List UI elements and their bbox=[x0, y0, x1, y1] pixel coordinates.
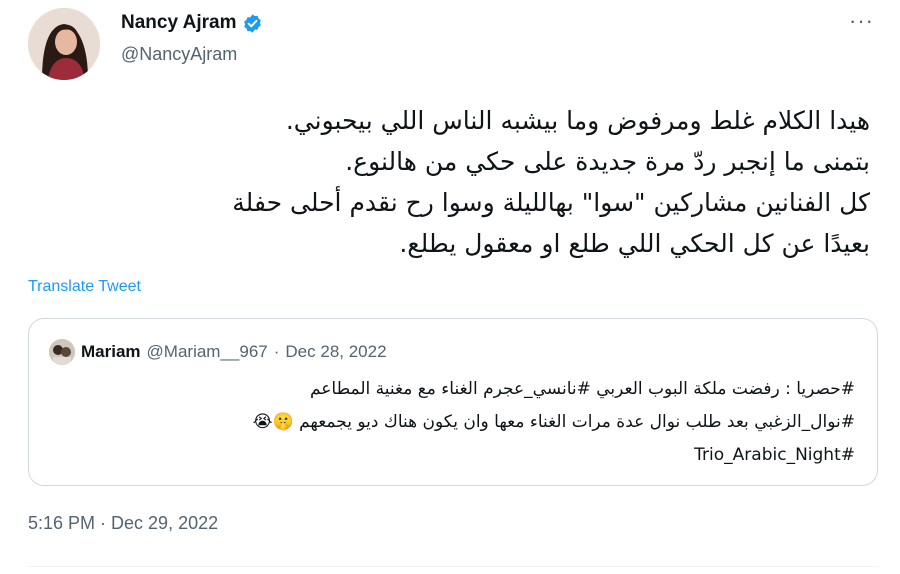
quoted-line[interactable]: #Trio_Arabic_Night bbox=[49, 439, 855, 472]
tweet-line: بتمنى ما إنجبر ردّ مرة جديدة على حكي من … bbox=[345, 147, 870, 176]
divider bbox=[28, 566, 878, 567]
quoted-line: #حصريا : رفضت ملكة البوب العربي #نانسي_ع… bbox=[309, 379, 855, 399]
quoted-tweet-text: #حصريا : رفضت ملكة البوب العربي #نانسي_ع… bbox=[49, 373, 855, 472]
quoted-tweet-header: Mariam @Mariam__967 · Dec 28, 2022 bbox=[49, 339, 387, 365]
quoted-author-handle[interactable]: @Mariam__967 bbox=[147, 342, 268, 362]
quoted-author-avatar[interactable] bbox=[49, 339, 75, 365]
author-avatar[interactable] bbox=[28, 8, 100, 80]
author-name[interactable]: Nancy Ajram bbox=[121, 12, 236, 34]
quoted-tweet[interactable]: Mariam @Mariam__967 · Dec 28, 2022 #حصري… bbox=[28, 318, 878, 486]
quoted-author-name[interactable]: Mariam bbox=[81, 342, 141, 362]
quoted-date[interactable]: Dec 28, 2022 bbox=[285, 342, 386, 362]
tweet-line: كل الفنانين مشاركين "سوا" بهالليلة وسوا … bbox=[232, 188, 870, 217]
tweet: Nancy Ajram @NancyAjram ··· هيدا الكلام … bbox=[0, 0, 900, 574]
verified-badge-icon bbox=[242, 13, 263, 34]
more-options-icon[interactable]: ··· bbox=[849, 8, 874, 34]
author-handle[interactable]: @NancyAjram bbox=[121, 44, 237, 65]
translate-tweet-link[interactable]: Translate Tweet bbox=[28, 278, 141, 296]
quoted-line: #نوال_الزغبي بعد طلب نوال عدة مرات الغنا… bbox=[252, 412, 855, 432]
tweet-line: بعيدًا عن كل الحكي اللي طلع او معقول يطل… bbox=[399, 229, 870, 258]
tweet-timestamp[interactable]: 5:16 PM · Dec 29, 2022 bbox=[28, 513, 218, 534]
tweet-line: هيدا الكلام غلط ومرفوض وما بيشبه الناس ا… bbox=[285, 106, 870, 135]
quoted-separator: · bbox=[273, 342, 280, 361]
tweet-text: هيدا الكلام غلط ومرفوض وما بيشبه الناس ا… bbox=[28, 100, 870, 264]
author-name-row[interactable]: Nancy Ajram bbox=[121, 12, 263, 34]
